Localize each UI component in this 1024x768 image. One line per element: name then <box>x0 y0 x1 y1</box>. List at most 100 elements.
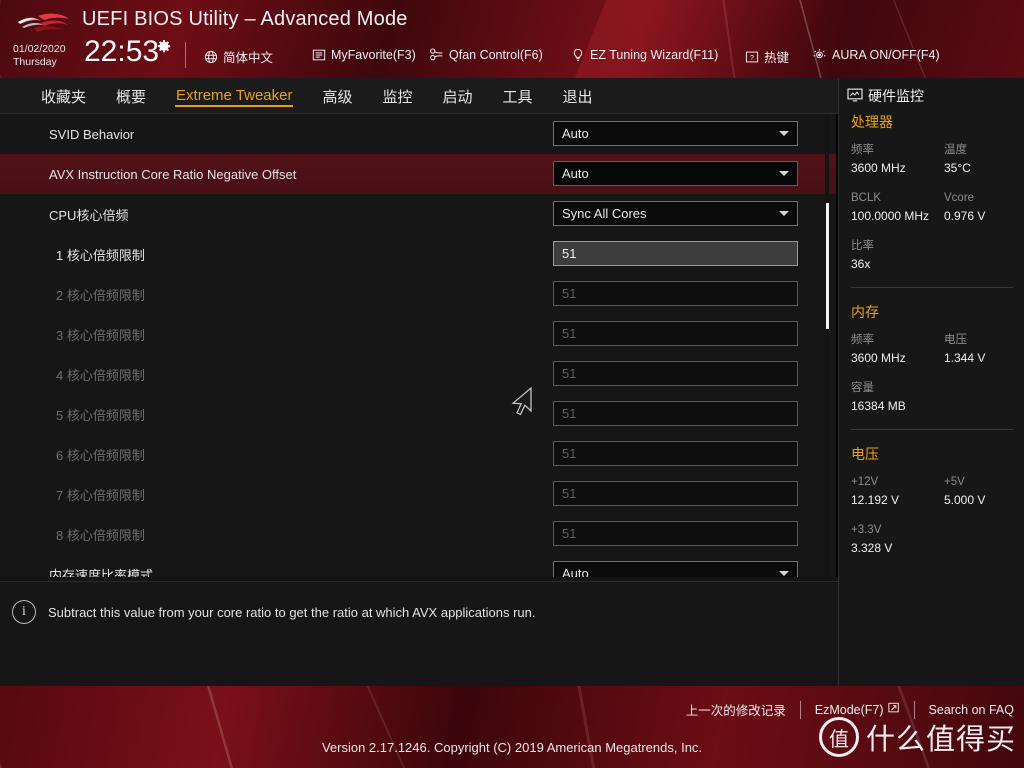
stat-value <box>944 539 1024 557</box>
tab-5[interactable]: 启动 <box>442 84 474 109</box>
settings-dropdown[interactable]: Auto <box>553 161 798 186</box>
gear-icon[interactable] <box>157 40 171 54</box>
stat-label: +3.3V <box>851 524 882 536</box>
settings-input[interactable]: 51 <box>553 401 798 426</box>
settings-row-label: 1 核心倍频限制 <box>56 247 145 263</box>
chevron-down-icon <box>779 131 789 136</box>
settings-row[interactable]: 6 核心倍频限制 51 <box>0 434 838 474</box>
tab-1[interactable]: 概要 <box>115 84 147 109</box>
stat-value: 0.976 V <box>944 209 986 223</box>
settings-row-list: SVID Behavior Auto AVX Instruction Core Ra… <box>0 114 838 577</box>
weekday-text: Thursday <box>13 56 57 68</box>
tab-4[interactable]: 监控 <box>381 84 413 109</box>
settings-input-value: 51 <box>562 446 577 461</box>
stat-value: 100.0000 MHz <box>851 209 930 223</box>
settings-input[interactable]: 51 <box>553 321 798 346</box>
settings-row-label: 4 核心倍频限制 <box>56 367 145 383</box>
clock-text: 22:53 <box>84 35 160 68</box>
settings-row[interactable]: 2 核心倍频限制 51 <box>0 274 838 314</box>
settings-dropdown-value: Sync All Cores <box>562 206 647 221</box>
hardware-monitor-stat: BCLK Vcore 100.0000 MHz 0.976 V <box>839 189 1024 225</box>
stat-value: 3.328 V <box>851 541 893 555</box>
tab-6[interactable]: 工具 <box>502 84 534 109</box>
settings-row[interactable]: CPU核心倍频 Sync All Cores <box>0 194 838 234</box>
settings-input-value: 51 <box>562 526 577 541</box>
settings-input[interactable]: 51 <box>553 521 798 546</box>
settings-row[interactable]: AVX Instruction Core Ratio Negative Offs… <box>0 154 838 194</box>
footer-link-last-modified[interactable]: 上一次的修改记录 <box>686 700 786 719</box>
stat-value: 36x <box>851 257 871 271</box>
settings-scrollbar-track[interactable] <box>825 114 829 577</box>
hardware-monitor-title: 硬件监控 <box>847 86 924 106</box>
tab-2[interactable]: Extreme Tweaker <box>175 85 294 107</box>
settings-row[interactable]: SVID Behavior Auto <box>0 114 838 154</box>
settings-row-label: 内存速度比率模式 <box>49 567 154 578</box>
footer-link-label: EzMode(F7) <box>814 702 884 717</box>
tab-7[interactable]: 退出 <box>562 84 594 109</box>
help-text: Subtract this value from your core ratio… <box>48 605 536 620</box>
settings-row[interactable]: 内存速度比率模式 Auto <box>0 554 838 577</box>
hardware-monitor-section-title: 内存 <box>851 304 879 320</box>
aura-icon <box>812 47 827 62</box>
stat-value <box>944 255 1024 273</box>
hardware-monitor-stat: 频率 温度 3600 MHz 35°C <box>839 141 1024 177</box>
settings-row-label: 3 核心倍频限制 <box>56 327 145 343</box>
header-item-label: 简体中文 <box>223 51 274 65</box>
settings-scrollbar-thumb[interactable] <box>826 203 829 329</box>
stat-label <box>944 237 1024 255</box>
watermark-badge: 值 <box>818 717 859 757</box>
stat-label: BCLK <box>851 192 882 204</box>
stat-label: 频率 <box>851 144 874 156</box>
stat-label: 温度 <box>944 144 967 156</box>
settings-input-value: 51 <box>562 486 577 501</box>
settings-panel: SVID Behavior Auto AVX Instruction Core Ra… <box>0 114 838 577</box>
settings-dropdown[interactable]: Auto <box>553 121 798 146</box>
question-box-icon: ? <box>744 49 759 64</box>
settings-input[interactable]: 51 <box>553 481 798 506</box>
settings-row[interactable]: 7 核心倍频限制 51 <box>0 474 838 514</box>
tab-3[interactable]: 高级 <box>321 84 353 109</box>
settings-input[interactable]: 51 <box>553 361 798 386</box>
hardware-monitor-stat: 容量 16384 MB <box>839 379 1024 415</box>
tab-0[interactable]: 收藏夹 <box>40 84 87 109</box>
stat-label: 频率 <box>851 334 874 346</box>
settings-dropdown-value: Auto <box>562 166 589 181</box>
header-item-language[interactable]: 简体中文 <box>203 47 273 66</box>
settings-input[interactable]: 51 <box>553 241 798 266</box>
settings-dropdown[interactable]: Sync All Cores <box>553 201 798 226</box>
settings-row[interactable]: 3 核心倍频限制 51 <box>0 314 838 354</box>
header-item-qfan[interactable]: Qfan Control(F6) <box>429 47 543 62</box>
divider <box>851 287 1013 288</box>
globe-icon <box>203 49 218 64</box>
settings-row[interactable]: 1 核心倍频限制 51 <box>0 234 838 274</box>
settings-row[interactable]: 4 核心倍频限制 51 <box>0 354 838 394</box>
stat-value <box>944 397 1024 415</box>
settings-row[interactable]: 5 核心倍频限制 51 <box>0 394 838 434</box>
rog-logo <box>14 8 72 38</box>
header-item-ez-tuning[interactable]: EZ Tuning Wizard(F11) <box>570 47 718 62</box>
header-item-label: AURA ON/OFF(F4) <box>832 47 940 62</box>
settings-dropdown[interactable]: Auto <box>553 561 798 577</box>
date-text: 01/02/2020 <box>13 43 66 55</box>
footer-link-search-faq[interactable]: Search on FAQ <box>929 703 1014 717</box>
settings-dropdown-value: Auto <box>562 126 589 141</box>
chevron-down-icon <box>779 571 789 576</box>
settings-input-value: 51 <box>562 406 577 421</box>
stat-value: 3600 MHz <box>851 161 906 175</box>
settings-row[interactable]: 8 核心倍频限制 51 <box>0 514 838 554</box>
header-item-aura[interactable]: AURA ON/OFF(F4) <box>812 47 940 62</box>
header-item-myfavorite[interactable]: MyFavorite(F3) <box>311 47 416 62</box>
header-item-hotkeys[interactable]: ? 热键 <box>744 47 789 66</box>
settings-input[interactable]: 51 <box>553 281 798 306</box>
bulb-icon <box>570 47 585 62</box>
footer-link-ezmode[interactable]: EzMode(F7) <box>815 702 900 717</box>
header-divider <box>185 42 186 68</box>
settings-input[interactable]: 51 <box>553 441 798 466</box>
stat-value: 1.344 V <box>944 351 986 365</box>
stat-label <box>944 379 1024 397</box>
hardware-monitor-stat: 比率 36x <box>839 237 1024 273</box>
header-item-label: MyFavorite(F3) <box>331 47 416 62</box>
header-item-label: EZ Tuning Wizard(F11) <box>590 47 719 62</box>
